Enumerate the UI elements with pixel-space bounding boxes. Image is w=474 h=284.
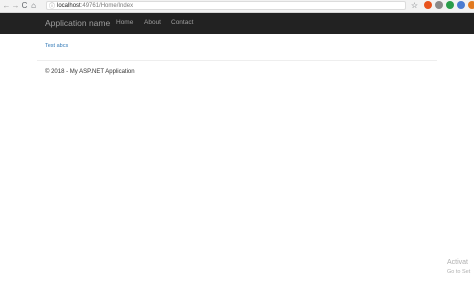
ext-blue-icon[interactable] — [457, 1, 465, 9]
nav-contact-link[interactable]: Contact — [171, 19, 193, 26]
activate-windows-subtitle: Go to Set — [447, 269, 471, 275]
back-icon[interactable]: ← — [2, 1, 11, 11]
nav-about-link[interactable]: About — [144, 19, 161, 26]
url-path: :49761/Home/Index — [80, 2, 134, 9]
ext-green-icon[interactable] — [446, 1, 454, 9]
divider — [37, 60, 437, 61]
activate-windows-title: Activat — [447, 259, 469, 266]
info-icon[interactable]: ⓘ — [49, 1, 55, 10]
ext-orange-icon[interactable] — [468, 1, 474, 9]
bookmark-star-icon[interactable]: ☆ — [410, 1, 419, 11]
ext-grey-icon[interactable] — [435, 1, 443, 9]
ext-red-icon[interactable] — [424, 1, 432, 9]
forward-icon[interactable]: → — [11, 1, 20, 11]
footer-text: © 2018 - My ASP.NET Application — [45, 69, 135, 75]
address-bar[interactable]: ⓘ localhost :49761/Home/Index — [46, 1, 406, 10]
brand-link[interactable]: Application name — [45, 18, 110, 28]
test-link[interactable]: Test abcs — [45, 43, 68, 49]
home-icon[interactable]: ⌂ — [29, 1, 38, 11]
extension-icons — [424, 1, 474, 9]
site-navbar: Application name Home About Contact — [0, 13, 474, 34]
nav-home-link[interactable]: Home — [116, 19, 133, 26]
url-host: localhost — [57, 2, 81, 9]
reload-icon[interactable]: C — [20, 1, 29, 11]
browser-toolbar: ← → C ⌂ ⓘ localhost :49761/Home/Index ☆ — [0, 0, 474, 13]
